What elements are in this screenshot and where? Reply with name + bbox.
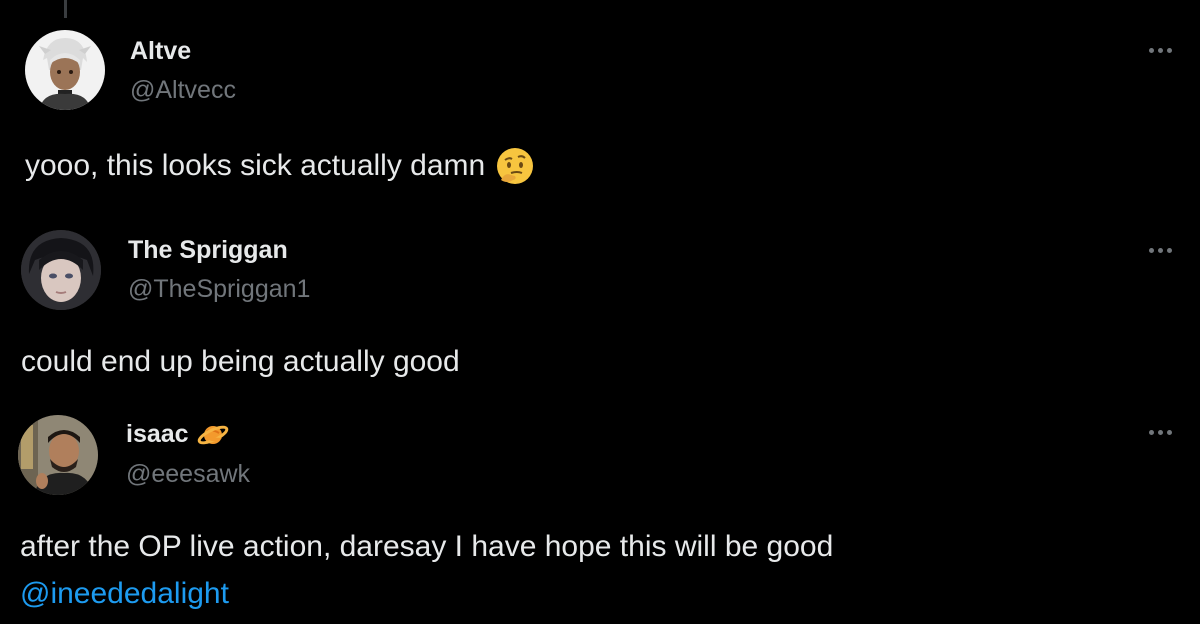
display-name[interactable]: isaac	[126, 420, 229, 449]
dot-icon	[1158, 430, 1163, 435]
avatar[interactable]	[18, 415, 98, 495]
avatar[interactable]	[25, 30, 105, 110]
reply-text: yooo, this looks sick actually damn	[25, 146, 535, 186]
user-handle[interactable]: @TheSpriggan1	[128, 275, 310, 304]
dot-icon	[1167, 248, 1172, 253]
mention-link[interactable]: @ineededalight	[20, 577, 229, 611]
dot-icon	[1167, 48, 1172, 53]
more-options-button[interactable]	[1149, 430, 1172, 435]
display-name[interactable]: The Spriggan	[128, 236, 288, 265]
ringed-planet-icon	[197, 421, 229, 449]
reply-item: The Spriggan @TheSpriggan1 could end up …	[0, 200, 1200, 390]
reply-text: could end up being actually good	[21, 345, 460, 378]
dot-icon	[1149, 430, 1154, 435]
user-handle[interactable]: @eeesawk	[126, 460, 250, 489]
more-options-button[interactable]	[1149, 248, 1172, 253]
avatar[interactable]	[21, 230, 101, 310]
reply-text: after the OP live action, daresay I have…	[20, 530, 834, 563]
dot-icon	[1158, 48, 1163, 53]
user-handle[interactable]: @Altvecc	[130, 76, 236, 105]
dot-icon	[1167, 430, 1172, 435]
reply-item: Altve @Altvecc yooo, this looks sick act…	[0, 0, 1200, 200]
dot-icon	[1149, 48, 1154, 53]
dot-icon	[1158, 248, 1163, 253]
more-options-button[interactable]	[1149, 48, 1172, 53]
reply-item: isaac @eeesawk after the OP live action,…	[0, 390, 1200, 624]
thinking-face-icon	[495, 146, 535, 186]
display-name[interactable]: Altve	[130, 37, 191, 66]
dot-icon	[1149, 248, 1154, 253]
